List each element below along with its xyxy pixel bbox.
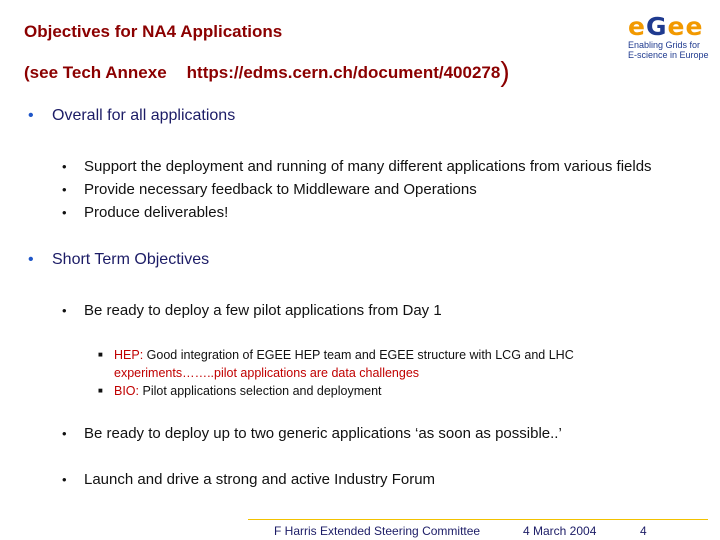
document-url: https://edms.cern.ch/document/400278 xyxy=(186,63,501,82)
list-item: • Provide necessary feedback to Middlewar… xyxy=(62,181,477,198)
subtitle-text: (see Tech Annexe xyxy=(24,63,167,82)
list-item: • Support the deployment and running of m… xyxy=(62,158,652,175)
list-item: • Be ready to deploy up to two generic ap… xyxy=(62,425,562,442)
sub-list-item-bio: ■ BIO: Pilot applications selection and d… xyxy=(98,384,382,398)
list-item: • Launch and drive a strong and active In… xyxy=(62,471,436,488)
bullet-icon: • xyxy=(28,107,34,124)
list-item: • Be ready to deploy a few pilot applicat… xyxy=(62,302,442,319)
slide-title: Objectives for NA4 Applications xyxy=(24,22,283,41)
closing-paren: ) xyxy=(500,56,510,87)
logo-tagline-2: E-science in Europe xyxy=(628,50,709,60)
square-bullet-icon: ■ xyxy=(98,386,103,395)
egee-logo: eGee Enabling Grids for E-science in Eur… xyxy=(628,14,712,66)
footer-divider xyxy=(248,519,708,520)
square-bullet-icon: ■ xyxy=(98,350,103,359)
slide-subtitle: (see Tech Annexe https://edms.cern.ch/doc… xyxy=(24,53,510,87)
footer-date: 4 March 2004 xyxy=(523,524,597,538)
section-heading-short-term: • Short Term Objectives xyxy=(28,251,210,268)
logo-tagline-1: Enabling Grids for xyxy=(628,40,701,50)
list-item: • Produce deliverables! xyxy=(62,204,229,221)
footer-author: F Harris Extended Steering Committee xyxy=(274,524,481,538)
footer-page-number: 4 xyxy=(640,524,647,538)
egee-logo-mark: eGee xyxy=(628,12,704,41)
section-heading-overall: • Overall for all applications xyxy=(28,107,236,124)
sub-list-item-hep: ■ HEP: Good integration of EGEE HEP team … xyxy=(98,348,574,380)
bullet-icon: • xyxy=(28,251,34,268)
